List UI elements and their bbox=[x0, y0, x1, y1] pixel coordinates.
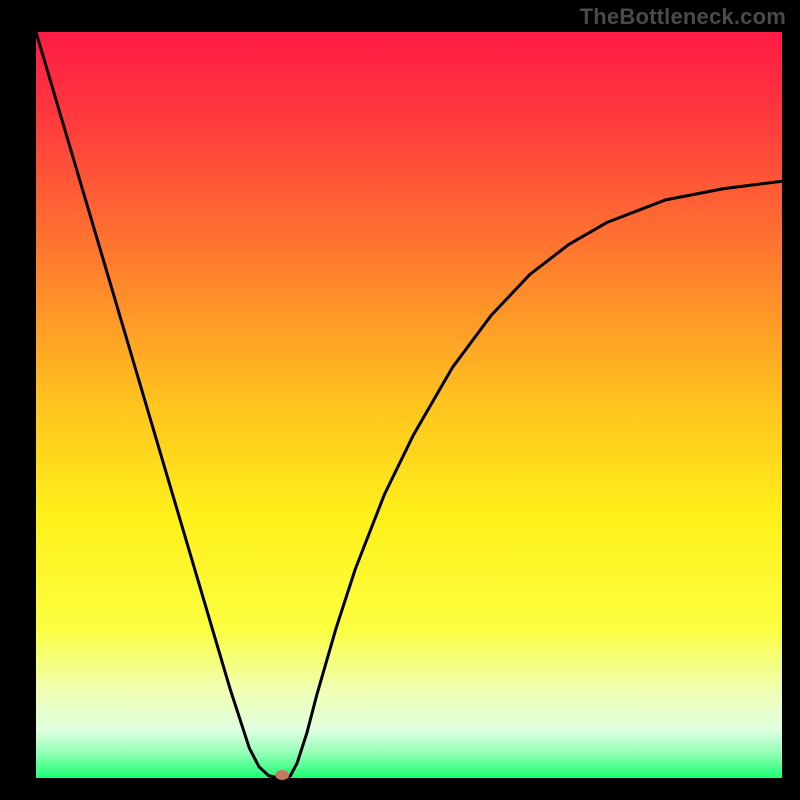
watermark-text: TheBottleneck.com bbox=[580, 4, 786, 30]
chart-frame: TheBottleneck.com bbox=[0, 0, 800, 800]
plot-background bbox=[36, 32, 782, 778]
optimum-marker bbox=[275, 770, 289, 780]
bottleneck-chart bbox=[0, 0, 800, 800]
